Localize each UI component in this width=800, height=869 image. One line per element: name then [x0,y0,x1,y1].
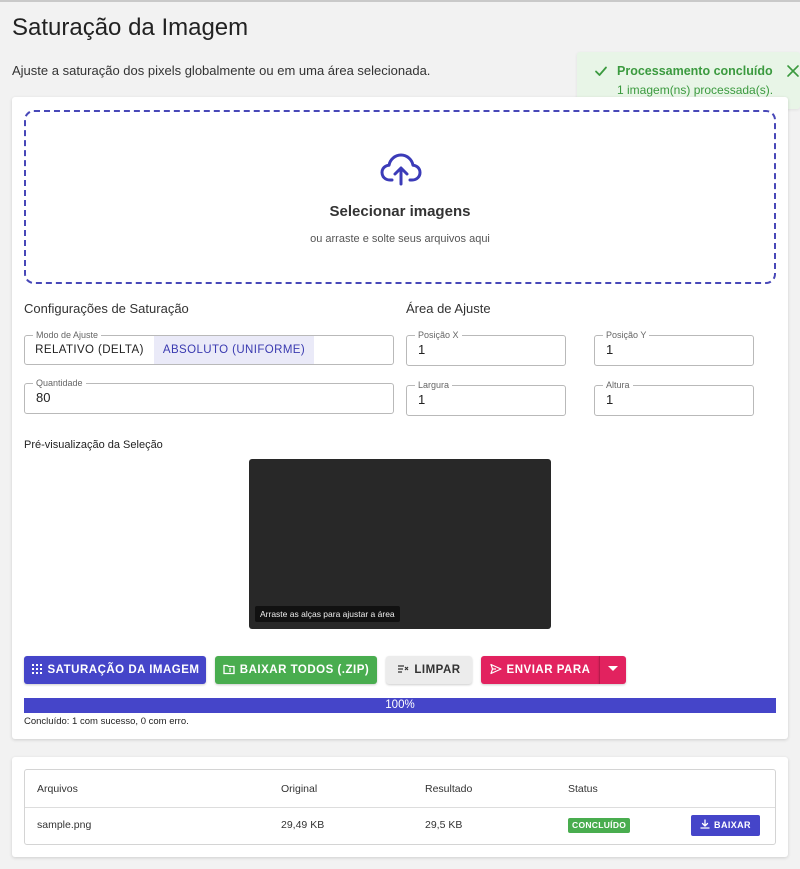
cloud-upload-icon [380,153,422,186]
position-x-label: Posição X [415,330,462,340]
height-label: Altura [603,380,633,390]
position-y-field[interactable]: Posição Y [594,330,754,366]
folder-zip-icon [223,664,235,675]
quantity-label: Quantidade [33,378,86,388]
column-header-files: Arquivos [37,783,78,795]
quantity-input[interactable] [36,390,349,405]
caret-down-icon [608,666,618,671]
selection-preview[interactable]: Arraste as alças para ajustar a área [249,459,551,629]
file-dropzone[interactable]: Selecionar imagens ou arraste e solte se… [24,110,776,284]
page-title: Saturação da Imagem [12,14,249,41]
settings-card: Selecionar imagens ou arraste e solte se… [12,97,788,739]
row-file-name: sample.png [37,819,92,831]
download-row-label: BAIXAR [714,820,751,830]
send-to-button[interactable]: ENVIAR PARA [481,656,599,684]
mode-relative-button[interactable]: RELATIVO (DELTA) [25,336,154,364]
clear-button[interactable]: LIMPAR [386,656,472,684]
saturation-settings-title: Configurações de Saturação [24,301,189,316]
column-header-status: Status [568,783,598,795]
width-input[interactable] [418,392,553,407]
height-field[interactable]: Altura [594,380,754,416]
dropzone-title: Selecionar imagens [329,203,471,220]
download-icon [700,819,710,829]
send-to-dropdown-button[interactable] [599,656,626,684]
position-x-field[interactable]: Posição X [406,330,566,366]
preview-title: Pré-visualização da Seleção [24,439,163,451]
status-badge: CONCLUÍDO [568,818,631,833]
saturate-button-label: SATURAÇÃO DA IMAGEM [47,664,200,676]
row-original-size: 29,49 KB [281,819,325,831]
results-card: Arquivos Original Resultado Status sampl… [12,757,788,857]
clear-button-label: LIMPAR [414,664,461,676]
page-subtitle: Ajuste a saturação dos pixels globalment… [12,63,431,78]
preview-hint: Arraste as alças para ajustar a área [255,606,400,622]
download-all-button[interactable]: BAIXAR TODOS (.ZIP) [215,656,377,684]
position-y-label: Posição Y [603,330,650,340]
toast-title: Processamento concluído [617,64,773,78]
height-input[interactable] [606,392,741,407]
quantity-field[interactable]: Quantidade [24,378,394,414]
column-header-original: Original [281,783,318,795]
header-divider [25,807,775,808]
top-border [0,0,800,2]
progress-bar: 100% [24,698,776,713]
position-y-input[interactable] [606,342,741,357]
row-result-size: 29,5 KB [425,819,463,831]
column-header-result: Resultado [425,783,473,795]
progress-label: 100% [385,699,415,711]
grain-icon [31,664,42,674]
results-table: Arquivos Original Resultado Status sampl… [24,769,776,845]
download-all-label: BAIXAR TODOS (.ZIP) [239,664,370,676]
send-icon [489,663,502,675]
clear-list-icon [398,665,409,673]
progress-message: Concluído: 1 com sucesso, 0 com erro. [24,716,189,727]
adjust-area-title: Área de Ajuste [406,301,491,316]
width-label: Largura [415,380,453,390]
check-icon [595,66,607,76]
mode-absolute-button[interactable]: ABSOLUTO (UNIFORME) [154,336,314,364]
send-to-label: ENVIAR PARA [506,664,591,676]
width-field[interactable]: Largura [406,380,566,416]
close-icon[interactable] [786,64,800,78]
position-x-input[interactable] [418,342,553,357]
toast-message: 1 imagem(ns) processada(s). [617,83,774,97]
download-row-button[interactable]: BAIXAR [691,815,760,836]
mode-toggle-group: Modo de Ajuste RELATIVO (DELTA) ABSOLUTO… [24,330,394,365]
saturate-image-button[interactable]: SATURAÇÃO DA IMAGEM [24,656,206,684]
dropzone-subtitle: ou arraste e solte seus arquivos aqui [310,233,490,245]
